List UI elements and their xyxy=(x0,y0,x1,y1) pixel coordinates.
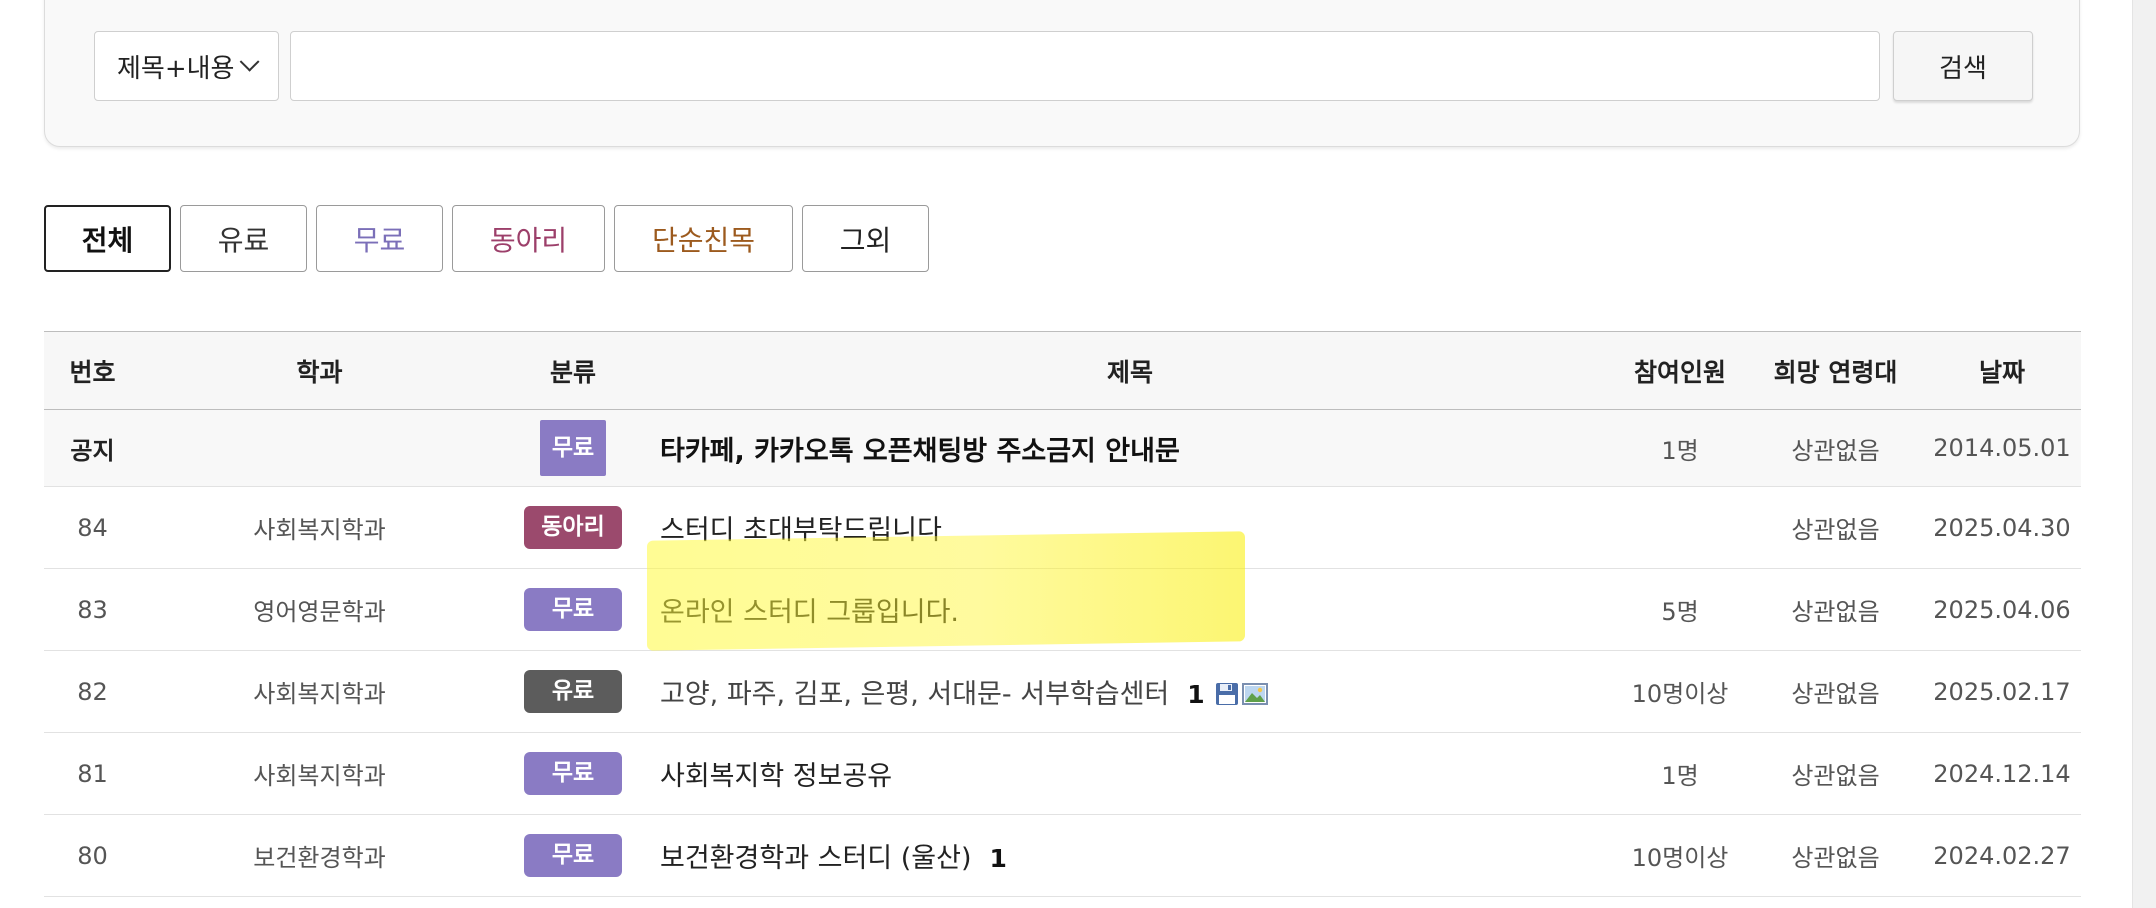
column-header-category: 분류 xyxy=(498,331,648,410)
row-category: 동아리 xyxy=(498,486,648,569)
tab-social[interactable]: 단순친목 xyxy=(614,205,793,272)
search-field-label: 제목+내용 xyxy=(117,53,235,84)
row-age-range: 상관없음 xyxy=(1748,814,1923,897)
column-header-title: 제목 xyxy=(648,331,1612,410)
row-title[interactable]: 온라인 스터디 그룹입니다. xyxy=(648,568,1612,651)
row-number: 공지 xyxy=(44,409,141,487)
row-category: 유료 xyxy=(498,650,648,733)
row-date: 2025.04.06 xyxy=(1923,568,2081,651)
row-number: 84 xyxy=(44,486,141,569)
table-row[interactable]: 82 사회복지학과 유료 고양, 파주, 김포, 은평, 서대문- 서부학습센터… xyxy=(44,650,2081,733)
chevron-down-icon xyxy=(240,51,260,72)
row-members: 1명 xyxy=(1612,409,1748,487)
image-icon xyxy=(1241,683,1268,705)
row-title[interactable]: 고양, 파주, 김포, 은평, 서대문- 서부학습센터 1 xyxy=(648,650,1612,733)
row-department: 사회복지학과 xyxy=(141,486,498,569)
row-date: 2014.05.01 xyxy=(1923,409,2081,487)
search-panel: 제목+내용 검색 xyxy=(44,0,2080,147)
category-filter-tabs: 전체 유료 무료 동아리 단순친목 그외 xyxy=(44,205,929,272)
row-title-link[interactable]: 사회복지학 정보공유 xyxy=(660,761,892,792)
row-department: 사회복지학과 xyxy=(141,650,498,733)
row-title[interactable]: 사회복지학 정보공유 xyxy=(648,732,1612,815)
table-row-notice[interactable]: 공지 무료 타카페, 카카오톡 오픈채팅방 주소금지 안내문 1명 상관없음 2… xyxy=(44,409,2081,487)
column-header-age-range: 희망 연령대 xyxy=(1748,331,1923,410)
row-number: 82 xyxy=(44,650,141,733)
row-title-link[interactable]: 보건환경학과 스터디 (울산) xyxy=(660,843,971,874)
row-members xyxy=(1612,486,1748,569)
column-header-date: 날짜 xyxy=(1923,331,2081,410)
row-age-range: 상관없음 xyxy=(1748,732,1923,815)
table-row[interactable]: 84 사회복지학과 동아리 스터디 초대부탁드립니다 상관없음 2025.04.… xyxy=(44,486,2081,569)
row-title-link[interactable]: 고양, 파주, 김포, 은평, 서대문- 서부학습센터 xyxy=(660,679,1169,710)
category-badge: 유료 xyxy=(524,670,622,713)
table-row[interactable]: 83 영어영문학과 무료 온라인 스터디 그룹입니다. 5명 상관없음 2025… xyxy=(44,568,2081,651)
column-header-members: 참여인원 xyxy=(1612,331,1748,410)
row-members: 10명이상 xyxy=(1612,650,1748,733)
comment-count: 1 xyxy=(989,844,1007,873)
row-title[interactable]: 스터디 초대부탁드립니다 xyxy=(648,486,1612,569)
category-badge: 동아리 xyxy=(524,506,622,549)
row-members: 10명이상 xyxy=(1612,814,1748,897)
study-board-table: 번호 학과 분류 제목 참여인원 희망 연령대 날짜 공지 무료 타카페, 카카… xyxy=(44,331,2081,897)
table-row[interactable]: 80 보건환경학과 무료 보건환경학과 스터디 (울산) 1 10명이상 상관없음… xyxy=(44,814,2081,897)
row-category: 무료 xyxy=(498,732,648,815)
row-date: 2024.12.14 xyxy=(1923,732,2081,815)
row-age-range: 상관없음 xyxy=(1748,486,1923,569)
row-date: 2025.02.17 xyxy=(1923,650,2081,733)
comment-count: 1 xyxy=(1187,680,1205,709)
table-header-row: 번호 학과 분류 제목 참여인원 희망 연령대 날짜 xyxy=(44,331,2081,410)
row-number: 83 xyxy=(44,568,141,651)
row-title-link[interactable]: 스터디 초대부탁드립니다 xyxy=(660,515,942,546)
category-badge: 무료 xyxy=(524,834,622,877)
tab-club[interactable]: 동아리 xyxy=(452,205,605,272)
column-header-department: 학과 xyxy=(141,331,498,410)
row-category: 무료 xyxy=(498,409,648,487)
tab-free[interactable]: 무료 xyxy=(316,205,443,272)
row-date: 2024.02.27 xyxy=(1923,814,2081,897)
row-age-range: 상관없음 xyxy=(1748,409,1923,487)
table-row[interactable]: 81 사회복지학과 무료 사회복지학 정보공유 1명 상관없음 2024.12.… xyxy=(44,732,2081,815)
row-members: 5명 xyxy=(1612,568,1748,651)
category-badge: 무료 xyxy=(539,420,607,476)
search-button[interactable]: 검색 xyxy=(1893,31,2033,101)
row-department xyxy=(141,409,498,487)
row-number: 80 xyxy=(44,814,141,897)
row-category: 무료 xyxy=(498,568,648,651)
row-title-link[interactable]: 온라인 스터디 그룹입니다. xyxy=(660,597,959,628)
row-department: 사회복지학과 xyxy=(141,732,498,815)
row-department: 보건환경학과 xyxy=(141,814,498,897)
category-badge: 무료 xyxy=(524,752,622,795)
category-badge: 무료 xyxy=(524,588,622,631)
row-number: 81 xyxy=(44,732,141,815)
row-age-range: 상관없음 xyxy=(1748,568,1923,651)
row-title-link[interactable]: 타카페, 카카오톡 오픈채팅방 주소금지 안내문 xyxy=(660,436,1180,467)
row-category: 무료 xyxy=(498,814,648,897)
tab-etc[interactable]: 그외 xyxy=(802,205,929,272)
search-input[interactable] xyxy=(290,31,1880,101)
search-field-select[interactable]: 제목+내용 xyxy=(94,31,279,101)
column-header-number: 번호 xyxy=(44,331,141,410)
row-department: 영어영문학과 xyxy=(141,568,498,651)
row-age-range: 상관없음 xyxy=(1748,650,1923,733)
tab-all[interactable]: 전체 xyxy=(44,205,171,272)
page-scrollbar[interactable] xyxy=(2132,0,2156,908)
floppy-disk-icon xyxy=(1215,683,1238,705)
row-title[interactable]: 보건환경학과 스터디 (울산) 1 xyxy=(648,814,1612,897)
row-members: 1명 xyxy=(1612,732,1748,815)
row-date: 2025.04.30 xyxy=(1923,486,2081,569)
tab-paid[interactable]: 유료 xyxy=(180,205,307,272)
row-title[interactable]: 타카페, 카카오톡 오픈채팅방 주소금지 안내문 xyxy=(648,409,1612,487)
